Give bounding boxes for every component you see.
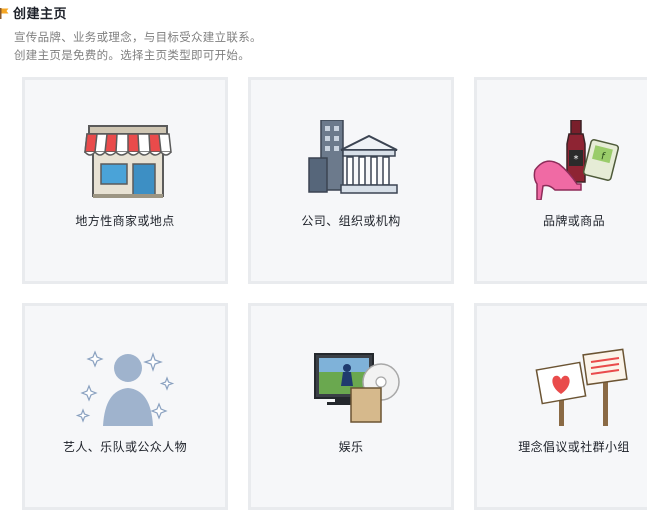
flag-icon [0, 8, 9, 19]
storefront-icon [84, 125, 172, 198]
category-tile-company[interactable]: 公司、组织或机构 [248, 77, 454, 284]
category-label: 理念倡议或社群小组 [518, 440, 630, 454]
products-icon: * f [533, 120, 620, 200]
category-tile-local-business[interactable]: 地方性商家或地点 [22, 77, 228, 284]
page-subtitle-line2: 创建主页是免费的。选择主页类型即可开始。 [14, 48, 250, 62]
tv-and-disc-icon [314, 353, 400, 423]
category-label: 娱乐 [338, 440, 364, 454]
category-tile-brand[interactable]: * f 品牌或商品 [474, 77, 647, 284]
category-tile-entertainment[interactable]: 娱乐 [248, 303, 454, 510]
picket-signs-icon [535, 348, 628, 426]
page-subtitle-line1: 宣传品牌、业务或理念，与目标受众建立联系。 [14, 30, 262, 44]
buildings-icon [308, 120, 398, 194]
svg-text:*: * [574, 154, 579, 165]
category-label: 公司、组织或机构 [301, 214, 401, 228]
page-title: 创建主页 [13, 7, 68, 22]
person-silhouette-icon [75, 350, 175, 426]
page-header: 创建主页 宣传品牌、业务或理念，与目标受众建立联系。 创建主页是免费的。选择主页… [0, 0, 647, 70]
category-label: 艺人、乐队或公众人物 [62, 440, 187, 454]
category-label: 品牌或商品 [542, 214, 605, 228]
category-label: 地方性商家或地点 [75, 214, 175, 228]
category-tile-public-figure[interactable]: 艺人、乐队或公众人物 [22, 303, 228, 510]
category-tile-cause[interactable]: 理念倡议或社群小组 [474, 303, 647, 510]
